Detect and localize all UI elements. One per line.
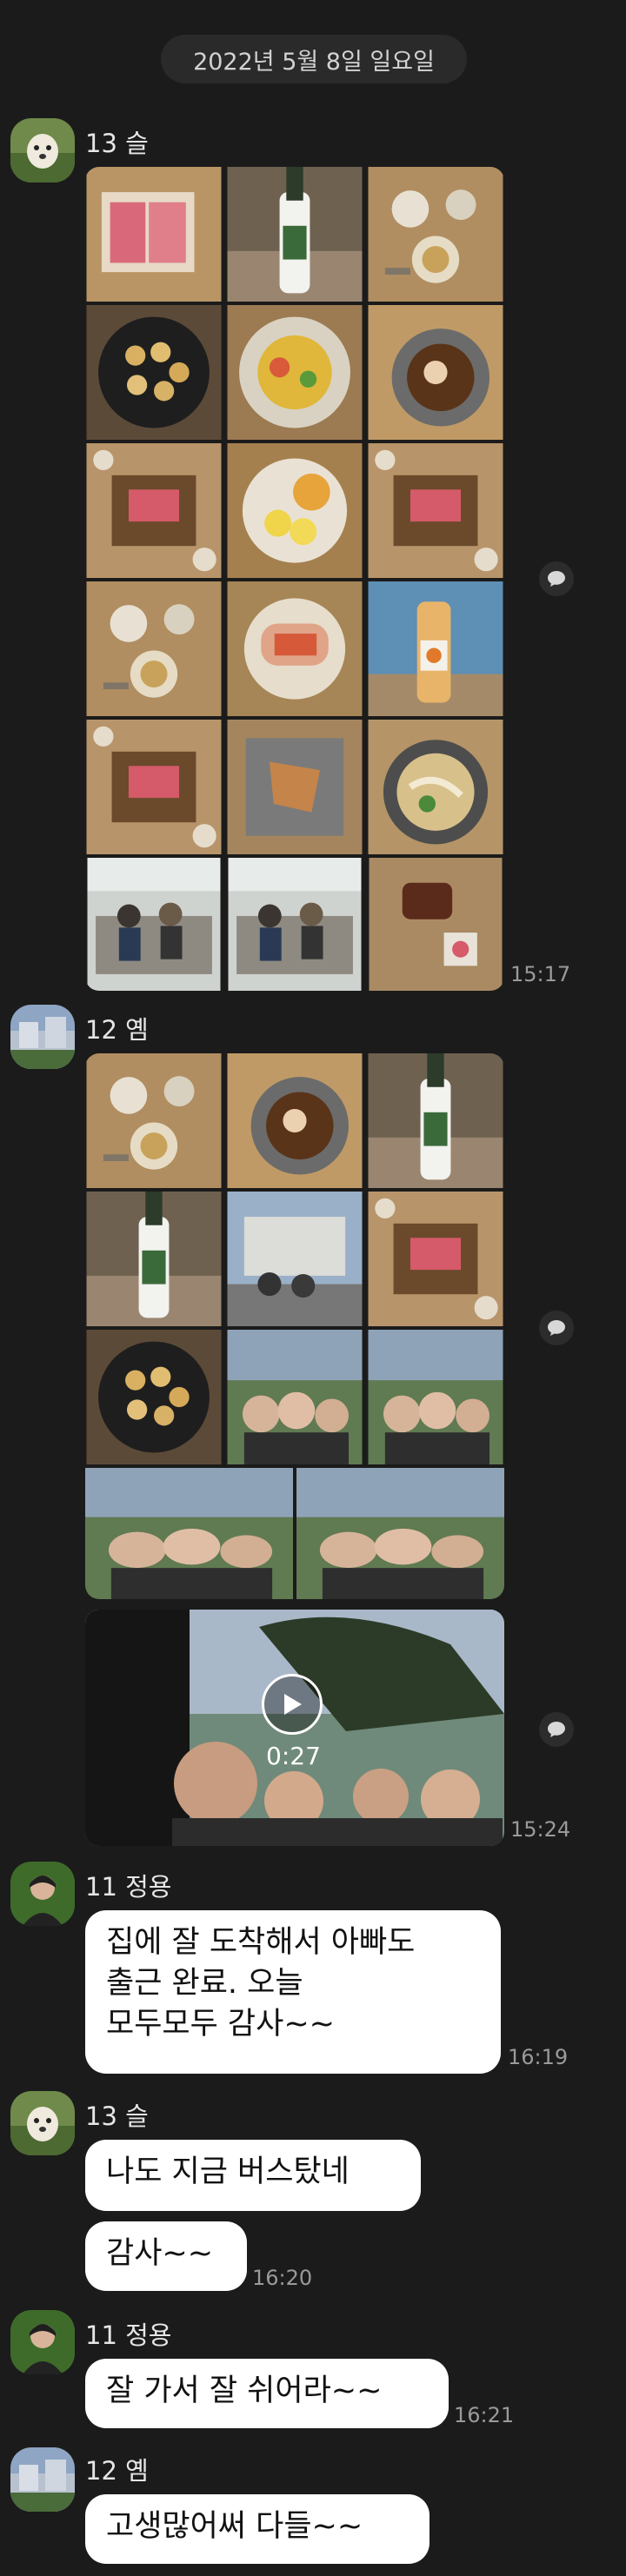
photo-thumbnail[interactable] xyxy=(367,1192,504,1326)
photo-thumbnail[interactable] xyxy=(367,167,504,302)
avatar-building-icon xyxy=(10,1005,75,1069)
sender-name: 12 옘 xyxy=(85,2456,149,2486)
chat-bubble-icon xyxy=(548,1722,565,1737)
avatar-dog-icon xyxy=(10,118,75,183)
avatar[interactable] xyxy=(10,2310,75,2374)
photo-thumbnail[interactable] xyxy=(226,1192,363,1326)
message-text: 출근 완료. 오늘 xyxy=(106,1966,303,2001)
share-button[interactable] xyxy=(539,1311,574,1345)
photo-thumbnail[interactable] xyxy=(85,305,223,440)
share-button[interactable] xyxy=(539,561,574,596)
avatar-person-icon xyxy=(10,1862,75,1926)
photo-grid xyxy=(85,1053,504,1599)
photo-thumbnail[interactable] xyxy=(367,305,504,440)
message-text: 고생많어써 다들~~ xyxy=(106,2509,363,2544)
play-button[interactable] xyxy=(262,1674,323,1735)
chat-bubble-icon xyxy=(548,571,565,587)
avatar-dog-icon xyxy=(10,2091,75,2155)
message-text: 나도 지금 버스탔네 xyxy=(106,2154,350,2189)
photo-grid xyxy=(85,167,504,991)
message-time: 15:17 xyxy=(510,962,571,986)
message-text: 집에 잘 도착해서 아빠도 xyxy=(106,1925,416,1960)
photo-thumbnail[interactable] xyxy=(367,720,504,854)
sender-name: 11 정용 xyxy=(85,1872,172,1902)
message-bubble[interactable]: 집에 잘 도착해서 아빠도 출근 완료. 오늘 모두모두 감사~~ xyxy=(85,1910,501,2074)
photo-thumbnail[interactable] xyxy=(226,305,363,440)
message-time: 16:21 xyxy=(454,2403,515,2427)
photo-thumbnail[interactable] xyxy=(85,443,223,578)
avatar[interactable] xyxy=(10,2447,75,2512)
photo-thumbnail[interactable] xyxy=(226,1053,363,1188)
photo-thumbnail[interactable] xyxy=(226,443,363,578)
chat-bubble-icon xyxy=(548,1320,565,1336)
photo-thumbnail[interactable] xyxy=(85,858,223,991)
message-time: 15:24 xyxy=(510,1817,571,1842)
message-text: 감사~~ xyxy=(106,2236,214,2271)
photo-thumbnail[interactable] xyxy=(226,167,363,302)
avatar-building-icon xyxy=(10,2447,75,2512)
photo-thumbnail[interactable] xyxy=(85,581,223,716)
avatar[interactable] xyxy=(10,1005,75,1069)
photo-thumbnail[interactable] xyxy=(226,581,363,716)
photo-thumbnail[interactable] xyxy=(85,167,223,302)
avatar[interactable] xyxy=(10,118,75,183)
photo-thumbnail[interactable] xyxy=(367,858,504,991)
avatar[interactable] xyxy=(10,2091,75,2155)
message-bubble[interactable]: 나도 지금 버스탔네 xyxy=(85,2140,421,2211)
sender-name: 13 슬 xyxy=(85,129,149,158)
photo-thumbnail[interactable] xyxy=(85,1192,223,1326)
photo-thumbnail[interactable] xyxy=(226,858,363,991)
video-duration: 0:27 xyxy=(266,1742,321,1770)
photo-thumbnail[interactable] xyxy=(296,1468,504,1599)
video-message[interactable]: 0:27 xyxy=(85,1610,504,1846)
avatar[interactable] xyxy=(10,1862,75,1926)
photo-thumbnail[interactable] xyxy=(367,443,504,578)
date-divider: 2022년 5월 8일 일요일 xyxy=(161,35,467,83)
message-time: 16:19 xyxy=(508,2045,569,2069)
photo-thumbnail[interactable] xyxy=(367,1053,504,1188)
sender-name: 12 옘 xyxy=(85,1015,149,1045)
play-icon xyxy=(284,1694,302,1715)
avatar-person-icon xyxy=(10,2310,75,2374)
sender-name: 13 슬 xyxy=(85,2101,149,2131)
message-time: 16:20 xyxy=(252,2266,313,2290)
photo-thumbnail[interactable] xyxy=(85,1330,223,1464)
message-bubble[interactable]: 고생많어써 다들~~ xyxy=(85,2494,430,2564)
sender-name: 11 정용 xyxy=(85,2320,172,2350)
photo-thumbnail[interactable] xyxy=(226,1330,363,1464)
photo-thumbnail[interactable] xyxy=(85,1468,293,1599)
message-bubble[interactable]: 잘 가서 잘 쉬어라~~ xyxy=(85,2359,449,2428)
message-bubble[interactable]: 감사~~ xyxy=(85,2221,247,2291)
message-text: 모두모두 감사~~ xyxy=(106,2007,335,2042)
photo-thumbnail[interactable] xyxy=(85,1053,223,1188)
photo-thumbnail[interactable] xyxy=(367,581,504,716)
photo-thumbnail[interactable] xyxy=(367,1330,504,1464)
date-divider-label: 2022년 5월 8일 일요일 xyxy=(193,48,435,76)
share-button[interactable] xyxy=(539,1712,574,1747)
photo-thumbnail[interactable] xyxy=(85,720,223,854)
message-text: 잘 가서 잘 쉬어라~~ xyxy=(106,2374,383,2408)
photo-thumbnail[interactable] xyxy=(226,720,363,854)
